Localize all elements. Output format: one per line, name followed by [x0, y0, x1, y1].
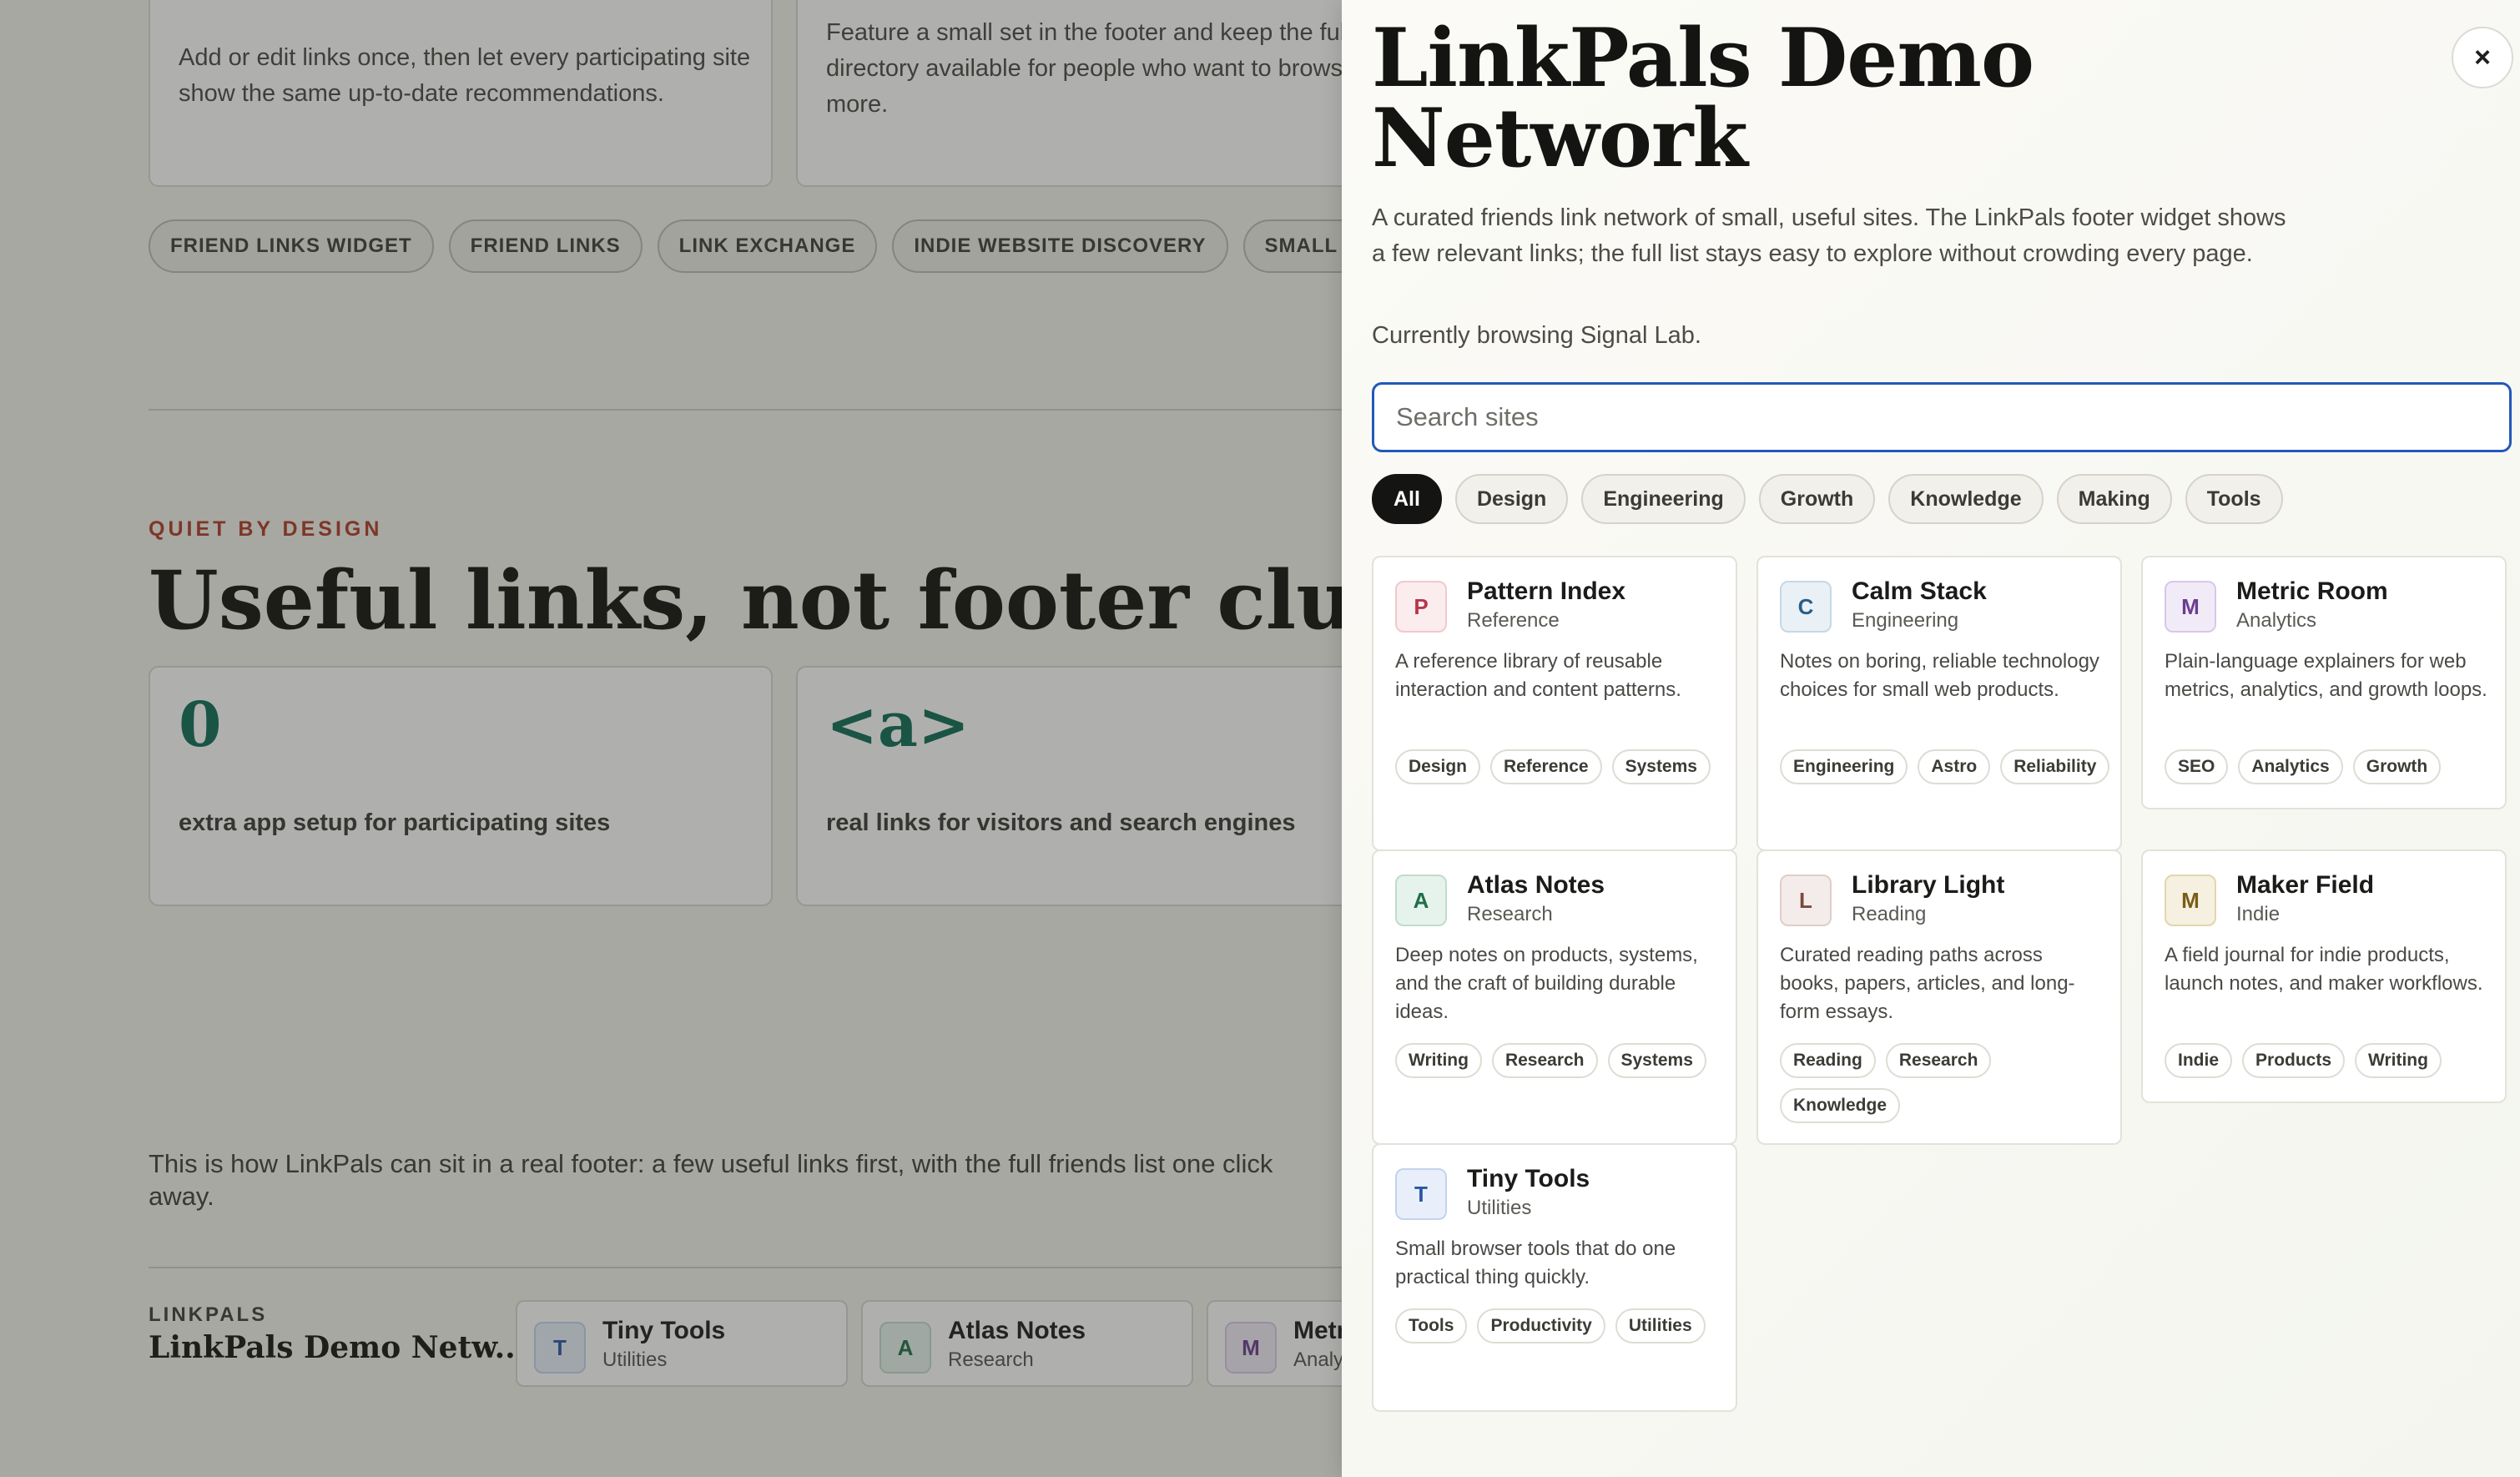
site-category: Engineering: [1852, 609, 1959, 632]
site-category: Research: [1467, 903, 1553, 925]
filter-all[interactable]: All: [1372, 474, 1442, 524]
site-tag: Reliability: [2000, 749, 2110, 784]
site-tags: SEO Analytics Growth: [2165, 749, 2498, 784]
site-name: Maker Field: [2236, 871, 2375, 899]
site-description: Plain-language explainers for web metric…: [2165, 650, 2487, 701]
close-button[interactable]: ×: [2452, 27, 2513, 88]
site-category: Utilities: [1467, 1197, 1532, 1219]
site-card[interactable]: T Tiny Tools Utilities Small browser too…: [1372, 1143, 1737, 1412]
close-icon: ×: [2474, 41, 2491, 73]
site-tag: Systems: [1611, 749, 1711, 784]
site-avatar: T: [1395, 1168, 1447, 1220]
drawer-description: A curated friends link network of small,…: [1372, 204, 2286, 267]
drawer-title: LinkPals Demo Network: [1372, 11, 2034, 185]
site-avatar: L: [1780, 875, 1832, 926]
site-tag: Reading: [1780, 1043, 1876, 1078]
site-tags: Indie Products Writing: [2165, 1043, 2498, 1078]
site-tag: Productivity: [1477, 1308, 1605, 1343]
site-tag: Writing: [1395, 1043, 1482, 1078]
site-category: Reading: [1852, 903, 1927, 925]
filter-knowledge[interactable]: Knowledge: [1888, 474, 2044, 524]
site-card[interactable]: M Maker Field Indie A field journal for …: [2141, 849, 2507, 1103]
site-tag: Tools: [1395, 1308, 1468, 1343]
site-description: A reference library of reusable interact…: [1395, 650, 1681, 701]
site-tags: Engineering Astro Reliability: [1780, 749, 2114, 784]
site-tags: Design Reference Systems: [1395, 749, 1729, 784]
site-card[interactable]: L Library Light Reading Curated reading …: [1756, 849, 2122, 1145]
site-name: Calm Stack: [1852, 577, 1987, 605]
site-tag: Indie: [2165, 1043, 2233, 1078]
site-description: Small browser tools that do one practica…: [1395, 1238, 1676, 1288]
site-tag: Utilities: [1615, 1308, 1706, 1343]
category-filters: All Design Engineering Growth Knowledge …: [1372, 474, 2283, 524]
site-card[interactable]: C Calm Stack Engineering Notes on boring…: [1756, 556, 2122, 851]
filter-design[interactable]: Design: [1454, 474, 1569, 524]
site-tag: Products: [2242, 1043, 2346, 1078]
site-card[interactable]: M Metric Room Analytics Plain-language e…: [2141, 556, 2507, 809]
filter-engineering[interactable]: Engineering: [1581, 474, 1746, 524]
site-tag: Knowledge: [1780, 1088, 1901, 1123]
site-avatar: A: [1395, 875, 1447, 926]
site-card[interactable]: P Pattern Index Reference A reference li…: [1372, 556, 1737, 851]
network-drawer: LinkPals Demo Network × A curated friend…: [1342, 0, 2520, 1477]
site-tag: Writing: [2355, 1043, 2442, 1078]
site-tag: Design: [1395, 749, 1481, 784]
site-tag: Growth: [2352, 749, 2442, 784]
site-description: Curated reading paths across books, pape…: [1780, 944, 2075, 1023]
site-tag: Research: [1885, 1043, 1992, 1078]
search-input[interactable]: [1372, 382, 2512, 452]
site-tags: Reading Research Knowledge: [1780, 1043, 2114, 1123]
site-avatar: M: [2165, 581, 2216, 633]
site-name: Library Light: [1852, 871, 2005, 899]
site-description: Deep notes on products, systems, and the…: [1395, 944, 1698, 1023]
site-name: Metric Room: [2236, 577, 2388, 605]
site-tag: Reference: [1490, 749, 1602, 784]
site-tags: Tools Productivity Utilities: [1395, 1308, 1729, 1343]
site-tag: Research: [1491, 1043, 1598, 1078]
site-name: Tiny Tools: [1467, 1165, 1590, 1192]
filter-growth[interactable]: Growth: [1758, 474, 1876, 524]
site-category: Analytics: [2236, 609, 2317, 632]
filter-making[interactable]: Making: [2056, 474, 2172, 524]
site-tag: Analytics: [2238, 749, 2343, 784]
site-tag: Systems: [1607, 1043, 1706, 1078]
site-description: Notes on boring, reliable technology cho…: [1780, 650, 2099, 701]
site-name: Pattern Index: [1467, 577, 1626, 605]
filter-tools[interactable]: Tools: [2185, 474, 2283, 524]
site-tag: Engineering: [1780, 749, 1908, 784]
site-avatar: M: [2165, 875, 2216, 926]
site-category: Reference: [1467, 609, 1560, 632]
site-tags: Writing Research Systems: [1395, 1043, 1729, 1078]
site-avatar: C: [1780, 581, 1832, 633]
site-grid: P Pattern Index Reference A reference li…: [1372, 556, 2520, 1477]
site-tag: SEO: [2165, 749, 2229, 784]
site-tag: Astro: [1918, 749, 1991, 784]
site-category: Indie: [2236, 903, 2281, 925]
site-card[interactable]: A Atlas Notes Research Deep notes on pro…: [1372, 849, 1737, 1145]
site-name: Atlas Notes: [1467, 871, 1605, 899]
site-avatar: P: [1395, 581, 1447, 633]
site-description: A field journal for indie products, laun…: [2165, 944, 2483, 995]
current-site-text: Currently browsing Signal Lab.: [1372, 322, 1701, 349]
